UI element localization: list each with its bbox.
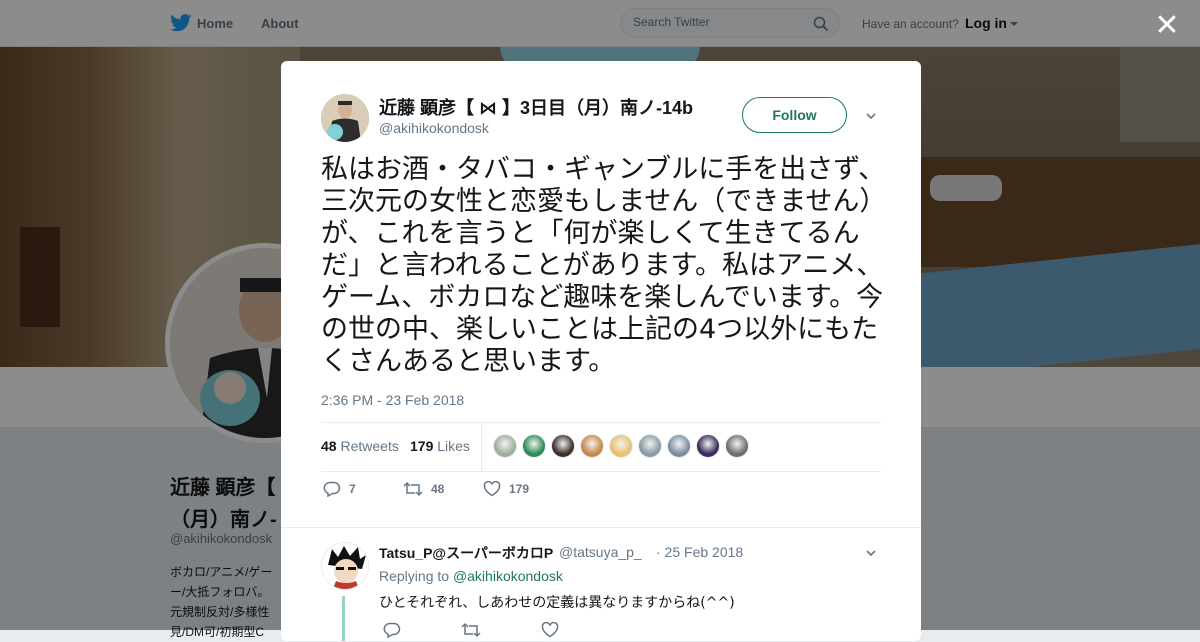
like-count: 179: [509, 482, 530, 496]
reply-reply-action[interactable]: 1: [383, 622, 401, 641]
liker-avatar[interactable]: [522, 434, 546, 458]
heart-icon: [541, 621, 559, 638]
reply-retweet-action[interactable]: [461, 622, 481, 638]
follow-button[interactable]: Follow: [742, 97, 847, 133]
likes-stat[interactable]: 179 Likes: [410, 438, 470, 454]
author-name[interactable]: 近藤 顕彦【 ⋈ 】3日目（月）南ノ-14b: [379, 94, 693, 120]
liker-avatar[interactable]: [696, 434, 720, 458]
chevron-down-icon[interactable]: [866, 548, 876, 558]
liker-avatar[interactable]: [580, 434, 604, 458]
reply-icon: [323, 481, 341, 498]
retweets-count: 48: [321, 438, 337, 454]
replying-to: Replying to @akihikokondosk: [379, 568, 563, 584]
author-photo: [321, 94, 369, 142]
reply-icon: [383, 622, 401, 639]
modal-separator: [281, 527, 921, 528]
reply-tweet[interactable]: Tatsu_P@スーパーボカロP @tatsuya_p_ · 25 Feb 20…: [281, 536, 921, 641]
author-avatar[interactable]: [321, 94, 369, 142]
liker-avatar[interactable]: [493, 434, 517, 458]
stats-divider: [481, 423, 482, 471]
retweet-icon: [461, 622, 481, 638]
reply-reply-count: 1: [391, 639, 398, 641]
reply-date[interactable]: · 25 Feb 2018: [656, 544, 743, 560]
retweet-action[interactable]: 48: [403, 481, 444, 501]
reply-text: ひとそれぞれ、しあわせの定義は異なりますからね(^^): [379, 595, 735, 611]
liker-avatar[interactable]: [609, 434, 633, 458]
retweet-icon: [403, 481, 423, 497]
tweet-actions: 7 48 179: [321, 480, 881, 503]
author-handle[interactable]: @akihikokondosk: [379, 120, 489, 136]
close-icon[interactable]: ✕: [1153, 11, 1181, 41]
liker-avatar[interactable]: [667, 434, 691, 458]
likes-count: 179: [410, 438, 434, 454]
reply-thread-line: [342, 596, 345, 641]
tweet-modal: 近藤 顕彦【 ⋈ 】3日目（月）南ノ-14b @akihikokondosk F…: [281, 61, 921, 641]
liker-avatar[interactable]: [638, 434, 662, 458]
reply-count: 7: [349, 482, 356, 496]
retweets-label: Retweets: [340, 438, 399, 454]
retweets-stat[interactable]: 48 Retweets: [321, 438, 399, 454]
heart-icon: [483, 480, 501, 497]
retweet-count: 48: [431, 482, 445, 496]
replying-to-link[interactable]: @akihikokondosk: [453, 568, 563, 584]
tweet-timestamp[interactable]: 2:36 PM - 23 Feb 2018: [321, 392, 464, 408]
tweet-stats: 48 Retweets 179 Likes: [321, 422, 881, 472]
liker-avatar[interactable]: [551, 434, 575, 458]
reply-like-action[interactable]: 2: [541, 621, 559, 641]
likes-label: Likes: [437, 438, 470, 454]
liker-avatar[interactable]: [725, 434, 749, 458]
like-action[interactable]: 179: [483, 480, 530, 501]
reply-action[interactable]: 7: [323, 481, 356, 501]
reply-author-photo: [322, 543, 368, 589]
reply-like-count: 2: [549, 639, 556, 641]
tweet-text: 私はお酒・タバコ・ギャンブルに手を出さず、三次元の女性と恋愛もしません（できませ…: [321, 154, 887, 377]
reply-author-handle[interactable]: @tatsuya_p_: [559, 544, 642, 560]
reply-author-name[interactable]: Tatsu_P@スーパーボカロP: [379, 543, 553, 563]
replying-prefix: Replying to: [379, 568, 450, 584]
chevron-down-icon[interactable]: [866, 111, 876, 121]
reply-author-avatar[interactable]: [321, 542, 369, 590]
